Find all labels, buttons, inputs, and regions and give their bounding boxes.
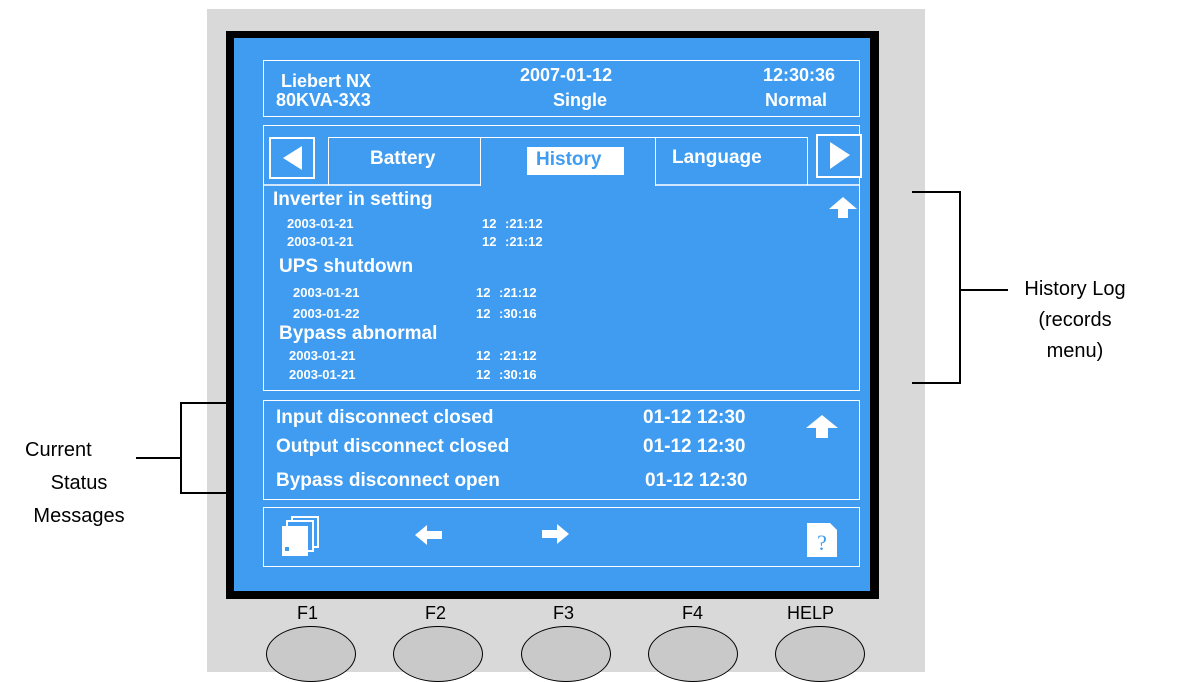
svg-text:?: ? xyxy=(817,530,827,555)
status-time: 01-12 12:30 xyxy=(645,470,748,491)
record-time: :21:12 xyxy=(499,285,537,300)
header-time: 12:30:36 xyxy=(763,65,836,85)
f4-key-button[interactable] xyxy=(648,626,738,682)
history-event-2: UPS shutdown xyxy=(279,256,414,277)
model-name: Liebert NX xyxy=(281,71,372,91)
header-status: Normal xyxy=(765,90,828,110)
record-time: :30:16 xyxy=(499,367,537,382)
record-date: 2003-01-21 xyxy=(293,285,360,300)
f2-key-button[interactable] xyxy=(393,626,483,682)
status-message: Output disconnect closed xyxy=(276,436,510,457)
annotation-line: Status xyxy=(50,472,108,494)
record-date: 2003-01-22 xyxy=(293,306,360,321)
history-event-1: Inverter in setting xyxy=(273,189,433,210)
record-hour: 12 xyxy=(482,234,497,249)
history-log-annotation: History Log (records menu) xyxy=(1022,276,1128,365)
model-rating: 80KVA-3X3 xyxy=(276,90,371,110)
record-hour: 12 xyxy=(476,306,491,321)
record-time: :21:12 xyxy=(505,234,543,249)
arrow-left-icon[interactable] xyxy=(414,523,444,547)
status-message: Bypass disconnect open xyxy=(276,470,500,491)
annotation-line: History Log xyxy=(1024,278,1126,300)
record-time: :21:12 xyxy=(499,348,537,363)
f4-label: F4 xyxy=(682,603,704,623)
help-key-button[interactable] xyxy=(775,626,865,682)
record-time: :21:12 xyxy=(505,216,543,231)
triangle-left-icon xyxy=(283,146,302,170)
menu-pages-icon[interactable] xyxy=(280,516,324,558)
status-time: 01-12 12:30 xyxy=(643,407,746,428)
record-date: 2003-01-21 xyxy=(287,216,354,231)
record-hour: 12 xyxy=(476,285,491,300)
tab-language-label: Language xyxy=(672,147,762,168)
record-time: :30:16 xyxy=(499,306,537,321)
record-date: 2003-01-21 xyxy=(289,367,356,382)
history-event-3: Bypass abnormal xyxy=(279,323,438,344)
help-icon[interactable]: ? xyxy=(806,522,838,558)
arrow-up-icon[interactable] xyxy=(828,196,858,220)
f2-label: F2 xyxy=(425,603,447,623)
arrow-right-icon[interactable] xyxy=(540,522,570,546)
tab-history-label: History xyxy=(536,149,602,170)
tab-scroll-left-button[interactable] xyxy=(269,137,315,179)
annotation-line: Messages xyxy=(33,505,125,527)
status-time: 01-12 12:30 xyxy=(643,436,746,457)
annotation-line: Current xyxy=(25,439,92,461)
triangle-right-icon xyxy=(830,142,850,169)
record-hour: 12 xyxy=(482,216,497,231)
tab-battery-label: Battery xyxy=(370,148,436,169)
record-date: 2003-01-21 xyxy=(289,348,356,363)
f3-key-button[interactable] xyxy=(521,626,611,682)
f1-label: F1 xyxy=(297,603,319,623)
arrow-up-icon[interactable] xyxy=(805,414,839,440)
record-date: 2003-01-21 xyxy=(287,234,354,249)
header-mode: Single xyxy=(553,90,608,110)
header-date: 2007-01-12 xyxy=(520,65,613,85)
status-message: Input disconnect closed xyxy=(276,407,494,428)
annotation-line: menu) xyxy=(1046,340,1104,362)
f1-key-button[interactable] xyxy=(266,626,356,682)
annotation-line: (records xyxy=(1038,309,1112,331)
record-hour: 12 xyxy=(476,348,491,363)
f3-label: F3 xyxy=(553,603,575,623)
help-key-label: HELP xyxy=(787,603,835,623)
tab-scroll-right-button[interactable] xyxy=(816,134,862,178)
current-status-annotation: Current Status Messages xyxy=(20,437,138,530)
record-hour: 12 xyxy=(476,367,491,382)
